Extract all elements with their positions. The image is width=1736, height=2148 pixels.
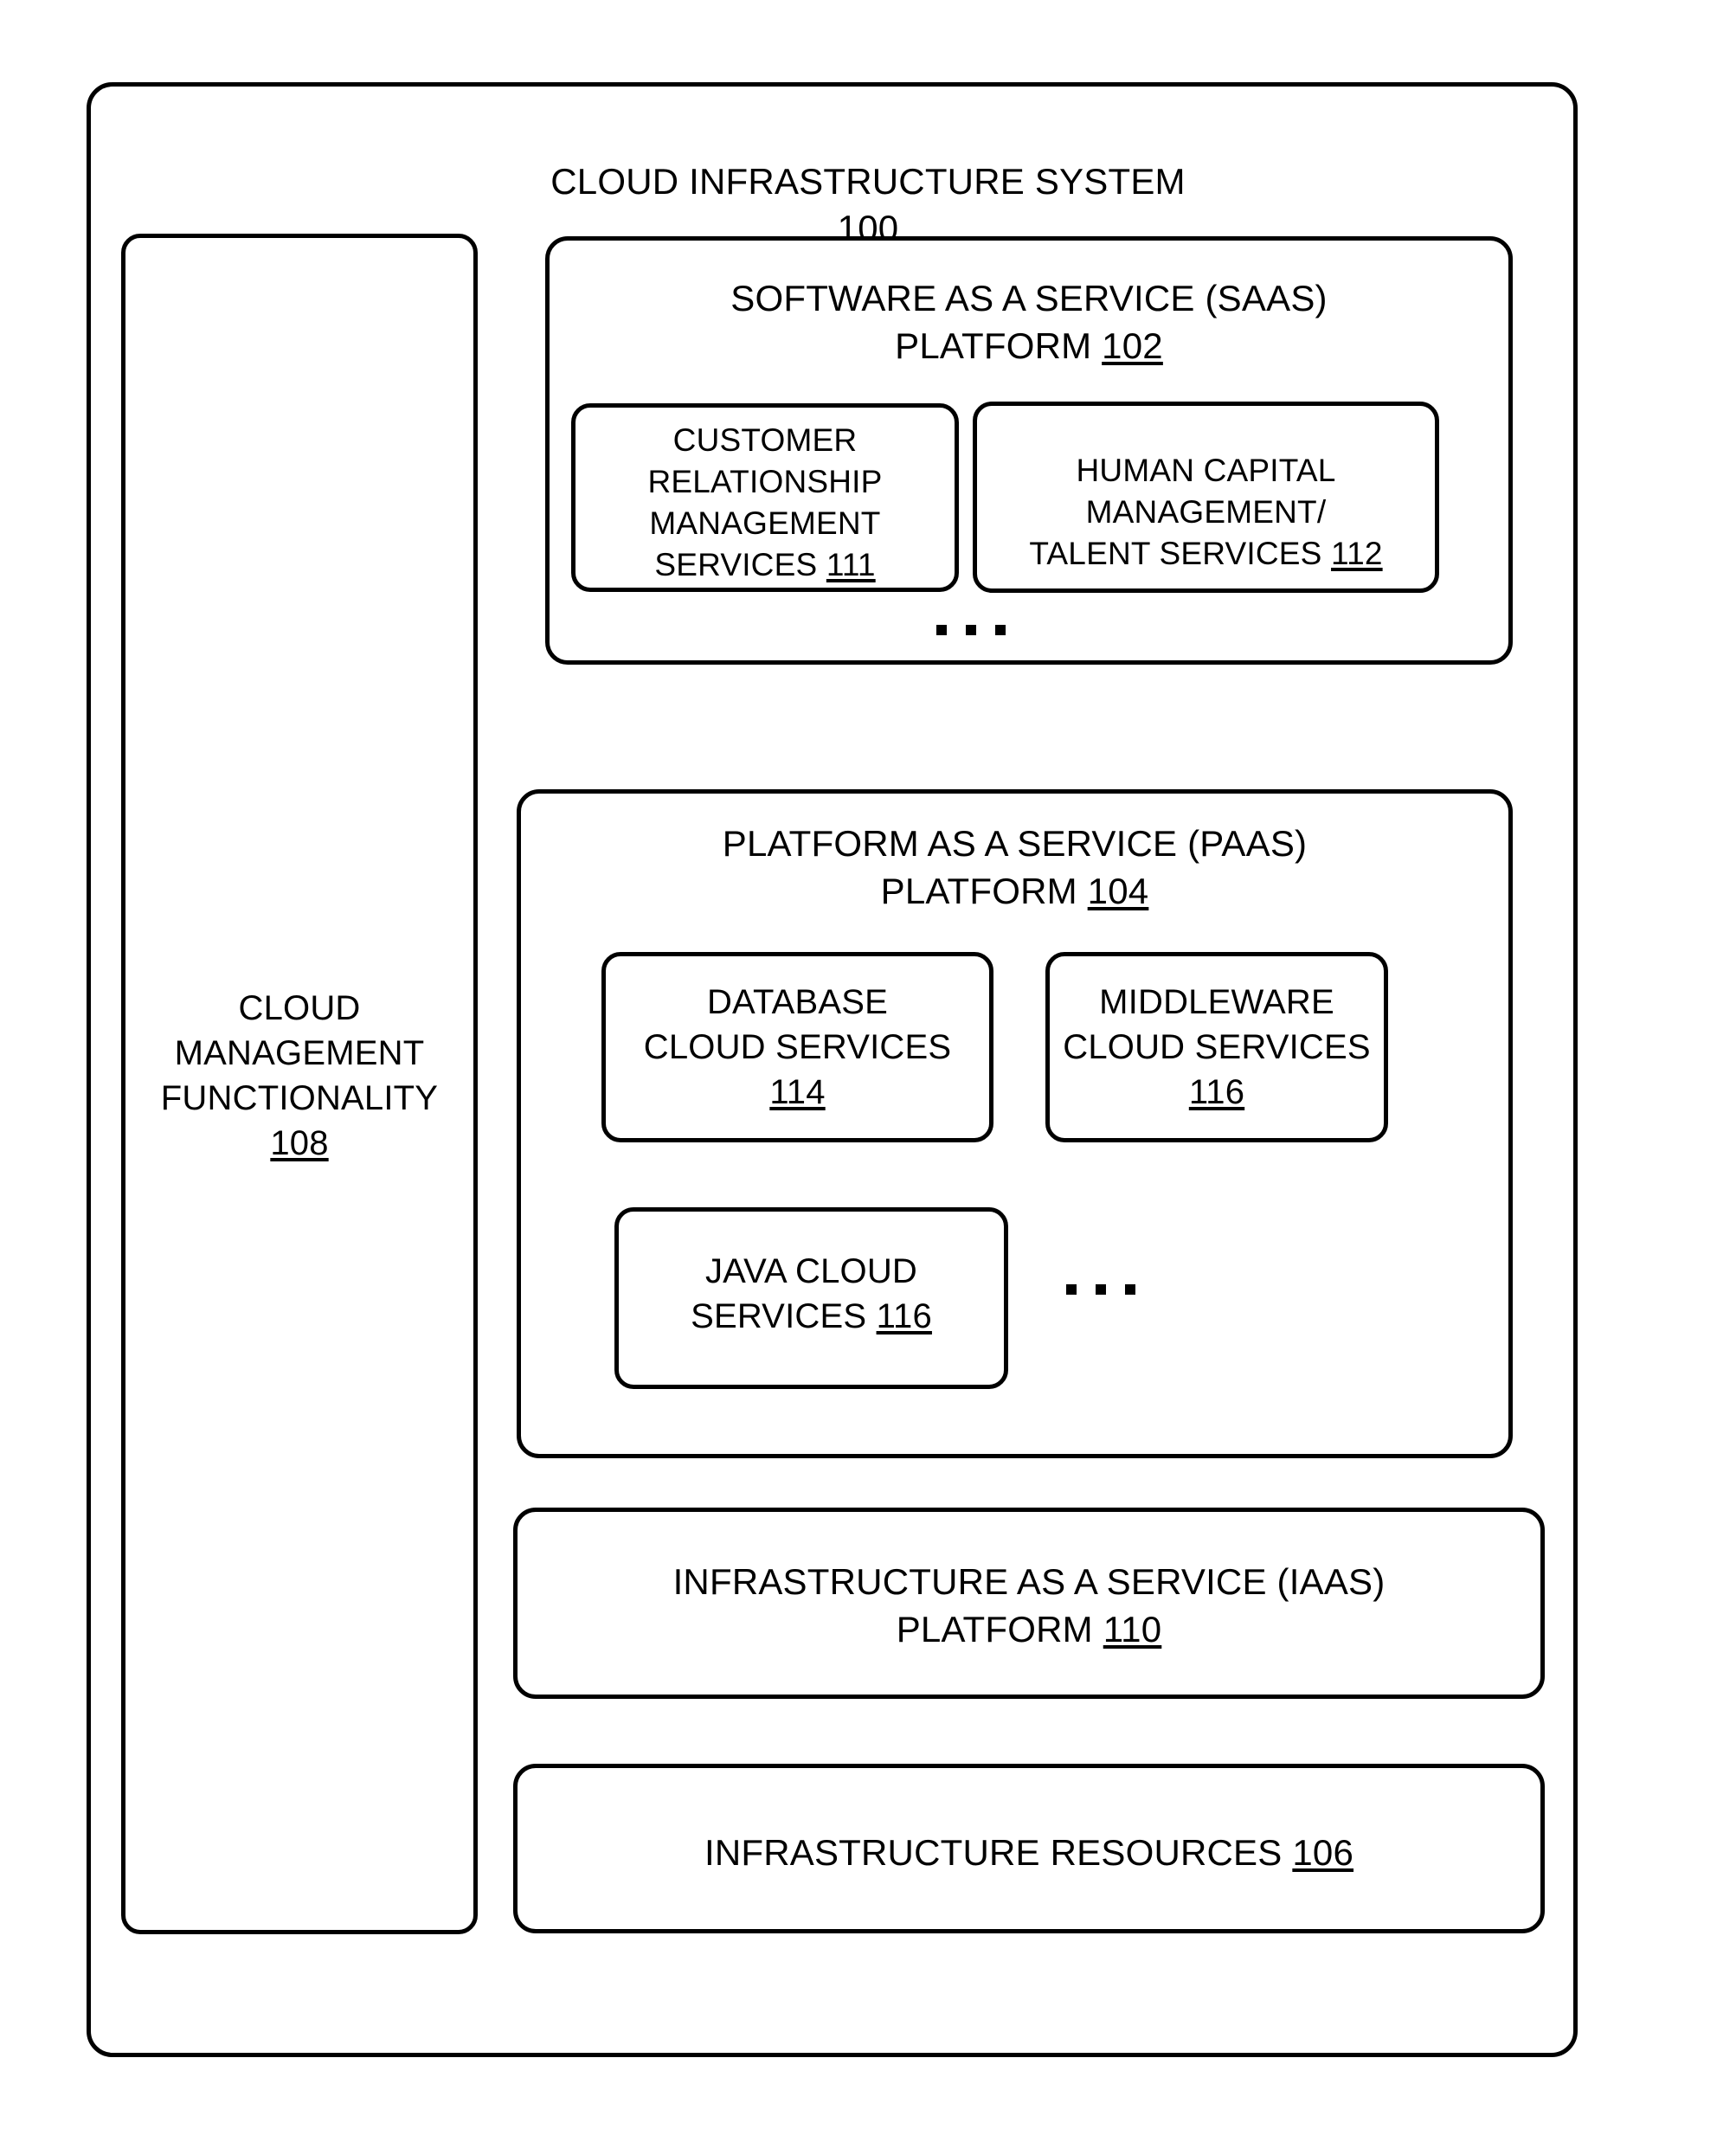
database-cloud-services-ref: 114 [769, 1073, 826, 1111]
java-cloud-services-label: JAVA CLOUD SERVICES 116 [614, 1249, 1008, 1339]
iaas-title-line2: PLATFORM [896, 1608, 1093, 1650]
cloud-management-functionality-text: CLOUD MANAGEMENT FUNCTIONALITY [160, 989, 439, 1117]
cloud-management-functionality-ref: 108 [270, 1124, 329, 1162]
iaas-title-ref: 110 [1103, 1608, 1162, 1650]
figure-title: CLOUD INFRASTRUCTURE SYSTEM 100 [0, 111, 1736, 253]
saas-title-line1: SOFTWARE AS A SERVICE (SAAS) [730, 278, 1328, 318]
paas-title-ref: 104 [1087, 870, 1149, 911]
infrastructure-resources-text: INFRASTRUCTURE RESOURCES [704, 1832, 1283, 1873]
paas-title-line2: PLATFORM [880, 870, 1077, 911]
hcm-talent-services-text: HUMAN CAPITAL MANAGEMENT/ TALENT SERVICE… [1029, 453, 1336, 572]
saas-title-line2: PLATFORM [895, 325, 1092, 366]
middleware-cloud-services-text: MIDDLEWARE CLOUD SERVICES [1063, 983, 1371, 1066]
java-cloud-services-ref: 116 [876, 1297, 932, 1335]
saas-more-services-ellipsis [936, 625, 1006, 635]
crm-services-ref: 111 [826, 547, 876, 583]
hcm-talent-services-label: HUMAN CAPITAL MANAGEMENT/ TALENT SERVICE… [973, 450, 1439, 575]
figure-title-text: CLOUD INFRASTRUCTURE SYSTEM [550, 160, 1186, 202]
paas-platform-title: PLATFORM AS A SERVICE (PAAS) PLATFORM 104 [517, 820, 1513, 915]
iaas-platform-title: INFRASTRUCTURE AS A SERVICE (IAAS) PLATFO… [513, 1559, 1545, 1653]
infrastructure-resources-label: INFRASTRUCTURE RESOURCES 106 [513, 1830, 1545, 1877]
hcm-talent-services-ref: 112 [1331, 536, 1383, 572]
cloud-management-functionality-label: CLOUD MANAGEMENT FUNCTIONALITY 108 [121, 986, 478, 1166]
database-cloud-services-text: DATABASE CLOUD SERVICES [643, 983, 952, 1066]
iaas-title-line1: INFRASTRUCTURE AS A SERVICE (IAAS) [672, 1561, 1386, 1602]
paas-more-services-ellipsis [1066, 1284, 1135, 1295]
middleware-cloud-services-label: MIDDLEWARE CLOUD SERVICES 116 [1028, 980, 1405, 1115]
saas-title-ref: 102 [1102, 325, 1163, 366]
middleware-cloud-services-ref: 116 [1188, 1073, 1245, 1111]
infrastructure-resources-ref: 106 [1292, 1832, 1354, 1873]
database-cloud-services-label: DATABASE CLOUD SERVICES 114 [601, 980, 993, 1115]
paas-title-line1: PLATFORM AS A SERVICE (PAAS) [722, 823, 1308, 864]
saas-platform-title: SOFTWARE AS A SERVICE (SAAS) PLATFORM 102 [545, 275, 1513, 370]
figure-canvas: CLOUD INFRASTRUCTURE SYSTEM 100 CLOUD MA… [0, 0, 1736, 2148]
crm-services-label: CUSTOMER RELATIONSHIP MANAGEMENT SERVICE… [571, 420, 959, 586]
